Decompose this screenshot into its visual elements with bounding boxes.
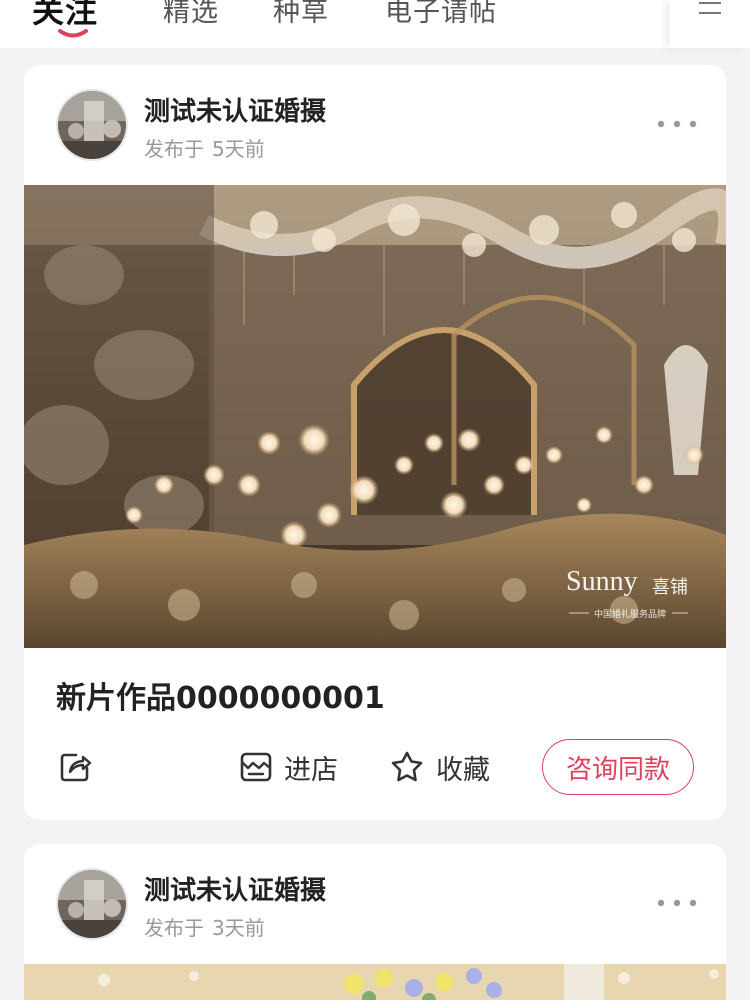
share-button[interactable] — [56, 747, 104, 787]
share-icon — [60, 753, 92, 782]
menu-icon — [699, 2, 721, 4]
avatar[interactable] — [56, 89, 128, 161]
publish-prefix: 发布于 — [144, 916, 204, 940]
more-options-icon[interactable] — [654, 113, 700, 135]
publish-relative-time: 5天前 — [212, 137, 265, 161]
post-card[interactable]: 测试未认证婚摄 发布于 3天前 — [24, 844, 726, 1000]
publish-prefix: 发布于 — [144, 137, 204, 161]
more-options-icon[interactable] — [654, 892, 700, 914]
menu-button[interactable] — [670, 0, 750, 48]
author-name[interactable]: 测试未认证婚摄 — [144, 91, 326, 128]
watermark-brand: Sunny — [566, 566, 638, 597]
author-name[interactable]: 测试未认证婚摄 — [144, 870, 326, 907]
favorite-label: 收藏 — [436, 754, 490, 786]
watermark-brand-cn: 喜铺 — [652, 577, 688, 598]
publish-time: 发布于 5天前 — [144, 133, 265, 162]
store-icon — [240, 752, 272, 782]
watermark-tagline: 中国婚礼服务品牌 — [594, 608, 666, 620]
post-card[interactable]: 测试未认证婚摄 发布于 5天前 Sunny 喜铺 中国婚礼服务品牌 新片作品00… — [24, 65, 726, 820]
post-photo[interactable]: Sunny 喜铺 中国婚礼服务品牌 — [24, 185, 726, 648]
favorite-button[interactable]: 收藏 — [388, 747, 490, 787]
avatar[interactable] — [56, 868, 128, 940]
publish-time: 发布于 3天前 — [144, 912, 265, 941]
tab-e-invitation[interactable]: 电子请帖 — [385, 0, 497, 29]
post-photo[interactable] — [24, 964, 726, 1000]
active-tab-indicator — [58, 29, 88, 38]
store-label: 进店 — [284, 754, 338, 786]
post-action-bar: 进店 收藏 咨询同款 — [24, 739, 726, 799]
consult-same-style-button[interactable]: 咨询同款 — [542, 739, 694, 795]
publish-relative-time: 3天前 — [212, 916, 265, 940]
tab-seeding[interactable]: 种草 — [273, 0, 329, 29]
post-caption[interactable]: 新片作品0000000001 — [56, 673, 385, 717]
tab-featured[interactable]: 精选 — [163, 0, 219, 29]
enter-store-button[interactable]: 进店 — [238, 747, 338, 787]
star-icon — [391, 751, 423, 782]
top-tab-bar: 关注 精选 种草 电子请帖 — [0, 0, 750, 48]
